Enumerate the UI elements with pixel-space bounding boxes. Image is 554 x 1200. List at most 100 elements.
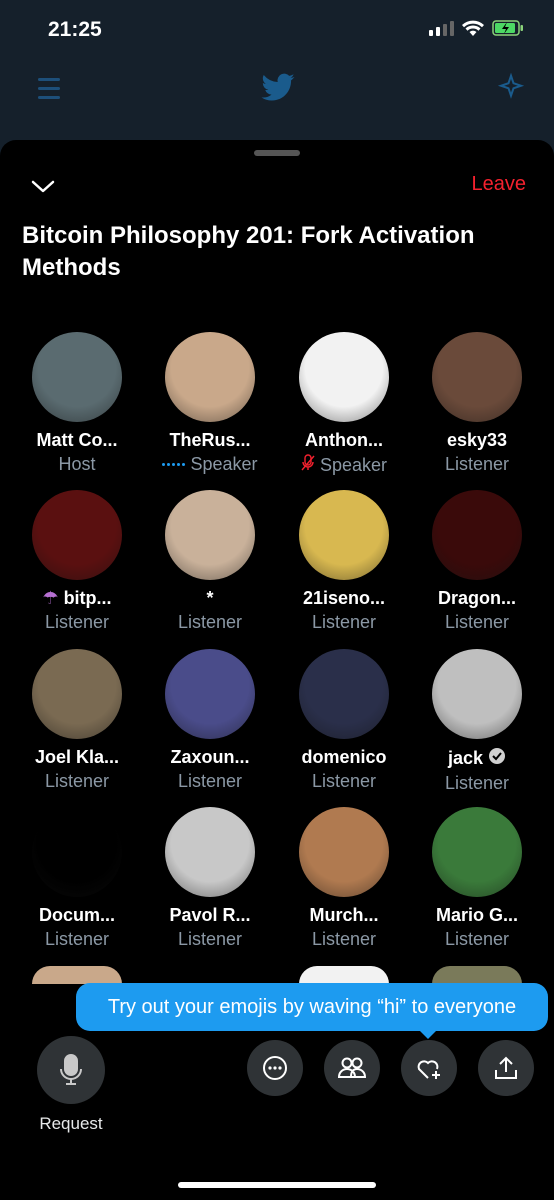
participant-name: Mario G... [435, 905, 518, 925]
participant-name: jack [447, 748, 484, 768]
participant-name-row: Joel Kla... [10, 747, 144, 768]
participant[interactable]: Pavol R... Listener [143, 807, 277, 950]
more-dots-icon [263, 1056, 287, 1080]
participant-role: Listener [177, 612, 243, 632]
participant-role-row: Speaker [277, 454, 411, 477]
participant[interactable]: Mario G... Listener [410, 807, 544, 950]
avatar[interactable] [165, 966, 255, 984]
avatar[interactable] [432, 649, 522, 739]
participant-name-row: Murch... [277, 905, 411, 926]
participant-name: TheRus... [169, 430, 251, 450]
leave-button[interactable]: Leave [472, 173, 527, 196]
avatar[interactable] [299, 490, 389, 580]
request-label: Request [39, 1114, 103, 1133]
request-mic-button[interactable] [37, 1036, 105, 1104]
participant-name-row: Docum... [10, 905, 144, 926]
participant-name: esky33 [446, 430, 508, 450]
participant[interactable]: Murch... Listener [277, 807, 411, 950]
participant-name-row: Zaxoun... [143, 747, 277, 768]
participant-name-row: domenico [277, 747, 411, 768]
participant[interactable]: TheRus... Speaker [143, 332, 277, 475]
participant-role-row: Listener [277, 771, 411, 792]
participant-role: Listener [311, 612, 377, 632]
participant-role-row: Listener [410, 929, 544, 950]
participant[interactable]: Joel Kla... Listener [10, 649, 144, 792]
participant-name: Murch... [309, 905, 379, 925]
participant-role: Listener [444, 929, 510, 949]
reactions-button[interactable] [401, 1040, 457, 1096]
participant-role-row: Listener [277, 612, 411, 633]
muted-mic-icon [301, 454, 315, 477]
participant-name: Zaxoun... [170, 747, 250, 767]
participant-role-row: Listener [10, 771, 144, 792]
participant[interactable]: 21iseno... Listener [277, 490, 411, 633]
app-header [0, 62, 554, 122]
sheet-grabber[interactable] [254, 150, 300, 156]
avatar[interactable] [165, 332, 255, 422]
participant[interactable]: * Listener [143, 490, 277, 633]
share-button[interactable] [478, 1040, 534, 1096]
verified-badge-icon [488, 747, 506, 770]
participant[interactable]: jack Listener [410, 649, 544, 794]
participant-role: Listener [444, 773, 510, 793]
participant-role: Listener [44, 929, 110, 949]
avatar[interactable] [165, 490, 255, 580]
avatar[interactable] [299, 966, 389, 984]
umbrella-icon: ☂ [42, 588, 59, 608]
participant-role-row: Listener [143, 771, 277, 792]
participant[interactable]: esky33 Listener [410, 332, 544, 475]
people-icon [338, 1057, 366, 1078]
participant-role: Listener [177, 929, 243, 949]
battery-charging-icon [492, 20, 523, 36]
room-title: Bitcoin Philosophy 201: Fork Activation … [22, 222, 475, 281]
signal-icon [429, 20, 454, 36]
participant-role-row: Listener [410, 612, 544, 633]
speaking-indicator-icon [162, 463, 186, 466]
participant-name-row: Mario G... [410, 905, 544, 926]
avatar[interactable] [299, 649, 389, 739]
avatar[interactable] [299, 332, 389, 422]
participant[interactable]: Docum... Listener [10, 807, 144, 950]
participant[interactable]: Matt Co... Host [10, 332, 144, 475]
avatar[interactable] [32, 649, 122, 739]
participant-name: Joel Kla... [34, 747, 120, 767]
participant-role: Listener [444, 454, 510, 474]
participant-name: Pavol R... [169, 905, 251, 925]
microphone-icon [60, 1054, 82, 1085]
avatar[interactable] [432, 807, 522, 897]
participant[interactable]: domenico Listener [277, 649, 411, 792]
avatar[interactable] [432, 332, 522, 422]
participant[interactable]: Zaxoun... Listener [143, 649, 277, 792]
avatar[interactable] [432, 966, 522, 984]
participant[interactable]: Dragon... Listener [410, 490, 544, 633]
avatar[interactable] [32, 966, 122, 984]
participant-role: Listener [311, 929, 377, 949]
participant-name: Docum... [38, 905, 115, 925]
status-icons [429, 20, 524, 36]
more-button[interactable] [247, 1040, 303, 1096]
avatar[interactable] [165, 807, 255, 897]
participant-role: Listener [444, 612, 510, 632]
avatar[interactable] [299, 807, 389, 897]
participant-name-row: Pavol R... [143, 905, 277, 926]
wifi-icon [462, 20, 484, 36]
participant-name: domenico [301, 747, 387, 767]
avatar[interactable] [32, 490, 122, 580]
emoji-tooltip[interactable]: Try out your emojis by waving “hi” to ev… [76, 983, 548, 1031]
participant-role-row: Listener [410, 454, 544, 475]
participant-name-row: Dragon... [410, 588, 544, 609]
avatar[interactable] [32, 332, 122, 422]
avatar[interactable] [432, 490, 522, 580]
participant-name: Dragon... [437, 588, 516, 608]
avatar[interactable] [32, 807, 122, 897]
chevron-down-icon[interactable] [30, 176, 56, 196]
participant-role: Listener [44, 612, 110, 632]
participant[interactable]: ☂ bitp... Listener [10, 490, 144, 633]
avatar[interactable] [165, 649, 255, 739]
participant[interactable]: Anthon... Speaker [277, 332, 411, 477]
participant-name: Anthon... [305, 430, 383, 450]
participant-role-row: Listener [143, 929, 277, 950]
participant-role: Listener [44, 771, 110, 791]
heart-plus-icon [417, 1060, 440, 1079]
people-button[interactable] [324, 1040, 380, 1096]
